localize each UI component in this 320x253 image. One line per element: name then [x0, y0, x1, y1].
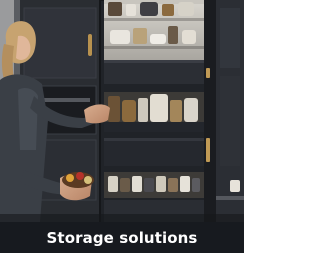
caption-text: Storage solutions: [46, 229, 198, 247]
storage-solutions-tile[interactable]: Storage solutions: [0, 0, 244, 253]
pantry-photo: [0, 0, 244, 253]
tile-caption: Storage solutions: [0, 222, 244, 253]
